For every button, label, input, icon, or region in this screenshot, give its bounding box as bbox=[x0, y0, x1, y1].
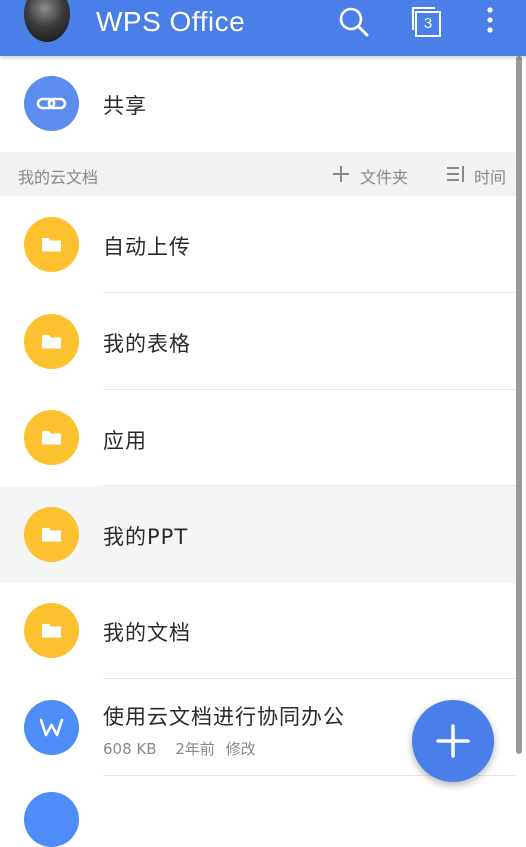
plus-icon bbox=[333, 166, 349, 182]
section-title: 我的云文档 bbox=[18, 168, 99, 187]
folder-icon bbox=[24, 603, 79, 658]
shared-label: 共享 bbox=[103, 94, 147, 118]
section-header: 我的云文档 文件夹 时间 bbox=[0, 152, 516, 196]
file-label: 使用云文档进行协同办公 bbox=[103, 705, 345, 729]
avatar[interactable] bbox=[24, 0, 70, 42]
tabs-button[interactable]: 3 bbox=[410, 4, 446, 40]
folder-label: 我的文档 bbox=[103, 621, 191, 645]
folder-row[interactable]: 自动上传 bbox=[0, 196, 516, 293]
plus-icon bbox=[436, 724, 470, 758]
folder-row[interactable]: 我的PPT bbox=[0, 486, 516, 583]
folder-label: 我的PPT bbox=[103, 525, 189, 549]
add-fab-button[interactable] bbox=[412, 700, 494, 782]
sort-icon bbox=[447, 166, 464, 182]
link-icon bbox=[24, 76, 79, 131]
sort-button[interactable]: 时间 bbox=[446, 163, 512, 187]
search-button[interactable] bbox=[336, 4, 372, 40]
search-icon bbox=[339, 7, 369, 37]
app-bar: WPS Office 3 bbox=[0, 0, 526, 56]
tabs-count: 3 bbox=[423, 15, 433, 32]
file-size: 608 KB bbox=[103, 740, 157, 758]
folder-row[interactable]: 我的文档 bbox=[0, 583, 516, 679]
folder-icon bbox=[24, 314, 79, 369]
sort-label: 时间 bbox=[474, 168, 507, 187]
shared-row[interactable]: 共享 bbox=[0, 56, 516, 152]
folder-label: 自动上传 bbox=[103, 235, 191, 259]
scrollbar[interactable] bbox=[516, 56, 522, 754]
wps-writer-icon bbox=[24, 700, 79, 755]
folder-row[interactable]: 应用 bbox=[0, 390, 516, 486]
folder-icon bbox=[24, 217, 79, 272]
file-action: 修改 bbox=[225, 740, 256, 758]
next-file-icon bbox=[24, 792, 79, 847]
folder-label: 我的表格 bbox=[103, 332, 191, 356]
file-time: 2年前 bbox=[175, 740, 215, 758]
app-title: WPS Office bbox=[96, 6, 246, 37]
folder-label: 应用 bbox=[103, 429, 147, 453]
folder-row[interactable]: 我的表格 bbox=[0, 293, 516, 390]
new-folder-button[interactable]: 文件夹 bbox=[332, 163, 422, 187]
file-meta: 608 KB 2年前 修改 bbox=[103, 738, 270, 759]
more-button[interactable] bbox=[478, 4, 502, 40]
new-folder-label: 文件夹 bbox=[360, 168, 409, 187]
folder-icon bbox=[24, 507, 79, 562]
folder-icon bbox=[24, 410, 79, 465]
more-vert-icon bbox=[487, 7, 493, 33]
